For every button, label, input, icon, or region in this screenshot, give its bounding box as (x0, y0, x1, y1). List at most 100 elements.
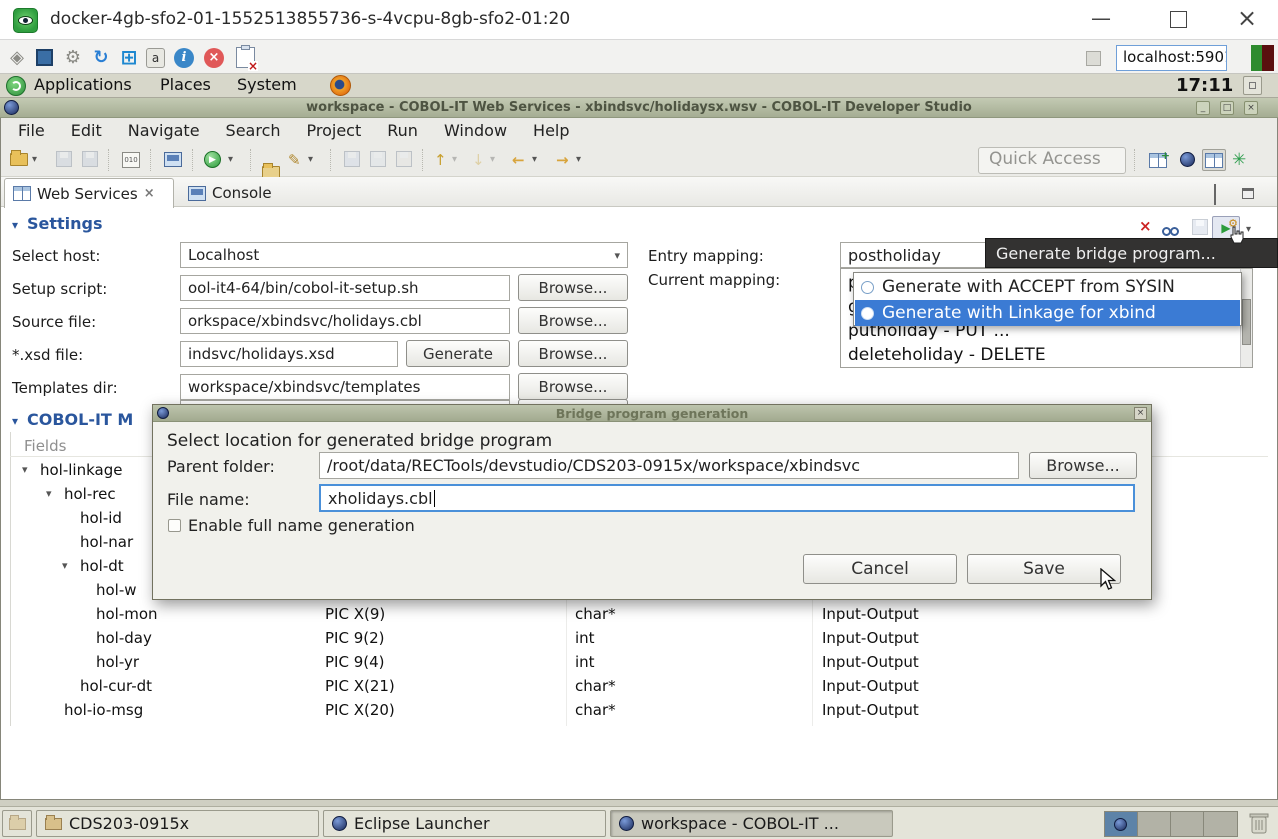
disconnect-icon[interactable]: × (204, 48, 224, 68)
menu-run[interactable]: Run (374, 121, 431, 140)
workspace-1[interactable] (1105, 812, 1138, 836)
disabled-icon-b[interactable] (370, 151, 386, 167)
new-wizard-icon[interactable] (10, 153, 28, 166)
mapper-twisty-icon[interactable]: ▾ (12, 414, 18, 428)
save-mapping-icon[interactable] (1192, 219, 1208, 235)
xsd-browse-button[interactable]: Browse... (518, 340, 628, 367)
last-edit-icon[interactable]: ↑ (434, 150, 447, 170)
annotate-brush-icon[interactable]: ✎ (288, 150, 301, 170)
disabled-icon-c[interactable] (396, 151, 412, 167)
quick-access-input[interactable]: Quick Access (978, 147, 1126, 174)
workspace-2[interactable] (1138, 812, 1171, 836)
taskbar-item-eclipse-launcher[interactable]: Eclipse Launcher (323, 810, 606, 837)
save-button[interactable]: Save (967, 554, 1121, 584)
settings-twisty-icon[interactable]: ▾ (12, 218, 18, 232)
menu-search[interactable]: Search (213, 121, 294, 140)
vnc-address-input[interactable]: localhost:5901 (1116, 45, 1227, 71)
menu-window[interactable]: Window (431, 121, 520, 140)
menu-help[interactable]: Help (520, 121, 582, 140)
generate-xsd-button[interactable]: Generate (406, 340, 510, 367)
menu-applications[interactable]: Applications (34, 75, 132, 94)
menu-system[interactable]: System (237, 75, 297, 94)
eclipse-close-button[interactable]: × (1244, 101, 1258, 115)
workspace-3[interactable] (1171, 812, 1204, 836)
new-wizard-dropdown-icon[interactable]: ▾ (32, 150, 37, 170)
taskbar-item-file-manager[interactable]: CDS203-0915x (36, 810, 319, 837)
refresh-icon[interactable]: ↻ (90, 47, 112, 68)
menu-navigate[interactable]: Navigate (115, 121, 213, 140)
source-file-browse-button[interactable]: Browse... (518, 307, 628, 334)
run-service-icon[interactable]: ▶ (204, 151, 221, 168)
table-perspective-icon[interactable] (1202, 149, 1226, 171)
setup-script-browse-button[interactable]: Browse... (518, 274, 628, 301)
address-options-button[interactable] (1086, 51, 1101, 66)
eclipse-maximize-button[interactable]: □ (1220, 101, 1234, 115)
disabled-icon-a[interactable] (344, 151, 360, 167)
firefox-icon[interactable] (330, 75, 351, 96)
dialog-browse-button[interactable]: Browse... (1029, 452, 1137, 479)
menu-file[interactable]: File (5, 121, 58, 140)
dialog-close-icon[interactable]: × (1134, 407, 1147, 420)
tab-web-services[interactable]: Web Services × (4, 178, 174, 208)
save-icon[interactable] (56, 151, 72, 167)
xsd-file-input[interactable]: indsvc/holidays.xsd (180, 341, 398, 367)
menu-places[interactable]: Places (160, 75, 211, 94)
open-console-icon[interactable] (164, 152, 182, 167)
last-edit-dropdown-icon[interactable]: ▾ (452, 150, 457, 170)
taskbar-item-workspace[interactable]: workspace - COBOL-IT ... (610, 810, 893, 837)
cobol-perspective-icon[interactable] (1180, 152, 1195, 167)
fullscreen-icon[interactable] (36, 49, 53, 66)
sparkle-perspective-icon[interactable]: ✳ (1232, 150, 1246, 170)
maximize-button[interactable] (1170, 11, 1187, 28)
open-perspective-icon[interactable]: + (1146, 149, 1170, 171)
tree-row[interactable]: hol-mon PIC X(9) char* Input-Output (0, 602, 1268, 626)
send-key-icon[interactable]: a (146, 48, 165, 68)
forward-dropdown-icon[interactable]: ▾ (576, 150, 581, 170)
next-annotation-dropdown-icon[interactable]: ▾ (490, 150, 495, 170)
remove-mapping-icon[interactable]: × (1139, 217, 1152, 235)
forward-icon[interactable]: → (556, 150, 569, 170)
menu-edit[interactable]: Edit (58, 121, 115, 140)
run-dropdown-icon[interactable]: ▾ (228, 150, 233, 170)
distro-menu-icon[interactable] (6, 76, 26, 96)
expander-icon[interactable]: ▾ (46, 482, 52, 506)
source-file-input[interactable]: orkspace/xbindsvc/holidays.cbl (180, 308, 510, 334)
tree-row[interactable]: hol-day PIC 9(2) int Input-Output (0, 626, 1268, 650)
expander-icon[interactable]: ▾ (22, 458, 28, 482)
file-name-input[interactable]: xholidays.cbl (319, 484, 1135, 512)
tree-row[interactable]: hol-io-msg PIC X(20) char* Input-Output (0, 698, 1268, 722)
save-all-icon[interactable] (82, 151, 98, 167)
templates-browse-button[interactable]: Browse... (518, 373, 628, 400)
tab-console[interactable]: Console (178, 178, 282, 208)
show-desktop-button[interactable] (2, 810, 32, 837)
entry-mapping-combo[interactable]: postholiday (840, 242, 986, 268)
annotate-dropdown-icon[interactable]: ▾ (308, 150, 313, 170)
tab-close-icon[interactable]: × (144, 186, 155, 201)
tree-row[interactable]: hol-cur-dt PIC X(21) char* Input-Output (0, 674, 1268, 698)
workspace-4[interactable] (1204, 812, 1237, 836)
menu-item-accept-sysin[interactable]: Generate with ACCEPT from SYSIN (855, 274, 1240, 300)
clipboard-icon[interactable]: × (236, 47, 255, 68)
generate-bridge-program-button[interactable]: ▶⚙ (1212, 216, 1240, 240)
menu-item-linkage-xbind[interactable]: Generate with Linkage for xbind (855, 300, 1240, 326)
scrollbar-thumb[interactable] (1242, 299, 1251, 345)
info-icon[interactable]: i (174, 48, 194, 68)
settings-gear-icon[interactable]: ⚙ (62, 47, 84, 68)
minimize-view-icon[interactable] (1214, 185, 1230, 198)
eclipse-minimize-button[interactable]: _ (1196, 101, 1210, 115)
ctrl-alt-del-windows-icon[interactable]: ⊞ (118, 47, 140, 68)
setup-script-input[interactable]: ool-it4-64/bin/cobol-it-setup.sh (180, 275, 510, 301)
full-name-checkbox[interactable] (168, 519, 181, 532)
cancel-button[interactable]: Cancel (803, 554, 957, 584)
select-host-combo[interactable]: Localhost▾ (180, 242, 628, 268)
binary-display-icon[interactable]: 010 (122, 152, 140, 168)
menu-project[interactable]: Project (294, 121, 375, 140)
trash-icon[interactable] (1248, 810, 1270, 836)
templates-dir-input[interactable]: workspace/xbindsvc/templates (180, 374, 510, 400)
maximize-view-icon[interactable] (1242, 185, 1258, 198)
tree-row[interactable]: hol-yr PIC 9(4) int Input-Output (0, 650, 1268, 674)
next-annotation-icon[interactable]: ↓ (472, 150, 485, 170)
panel-hide-button[interactable] (1243, 76, 1262, 95)
parent-folder-input[interactable]: /root/data/RECTools/devstudio/CDS203-091… (319, 452, 1019, 479)
close-button[interactable]: × (1232, 8, 1262, 28)
